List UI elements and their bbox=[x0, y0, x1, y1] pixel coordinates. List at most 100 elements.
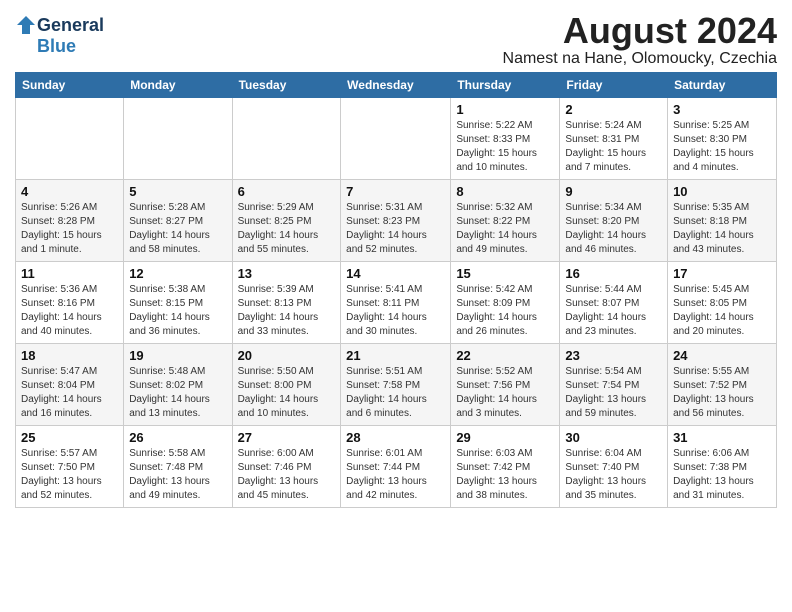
weekday-header: Friday bbox=[560, 73, 668, 98]
day-number: 8 bbox=[456, 184, 554, 199]
calendar-cell: 15 Sunrise: 5:42 AMSunset: 8:09 PMDayligh… bbox=[451, 262, 560, 344]
calendar-cell: 10 Sunrise: 5:35 AMSunset: 8:18 PMDayligh… bbox=[668, 180, 777, 262]
day-number: 7 bbox=[346, 184, 445, 199]
calendar-cell: 17 Sunrise: 5:45 AMSunset: 8:05 PMDayligh… bbox=[668, 262, 777, 344]
day-number: 16 bbox=[565, 266, 662, 281]
calendar-cell: 25 Sunrise: 5:57 AMSunset: 7:50 PMDayligh… bbox=[16, 426, 124, 508]
day-number: 2 bbox=[565, 102, 662, 117]
calendar-cell: 29 Sunrise: 6:03 AMSunset: 7:42 PMDayligh… bbox=[451, 426, 560, 508]
day-number: 17 bbox=[673, 266, 771, 281]
day-info: Sunrise: 5:41 AMSunset: 8:11 PMDaylight:… bbox=[346, 284, 427, 337]
day-info: Sunrise: 5:54 AMSunset: 7:54 PMDaylight:… bbox=[565, 366, 646, 419]
weekday-header: Wednesday bbox=[341, 73, 451, 98]
day-number: 12 bbox=[129, 266, 226, 281]
week-row: 1Sunrise: 5:22 AMSunset: 8:33 PMDaylight… bbox=[16, 98, 777, 180]
day-number: 15 bbox=[456, 266, 554, 281]
calendar-cell: 14 Sunrise: 5:41 AMSunset: 8:11 PMDayligh… bbox=[341, 262, 451, 344]
weekday-header-row: SundayMondayTuesdayWednesdayThursdayFrid… bbox=[16, 73, 777, 98]
day-info: Sunrise: 5:50 AMSunset: 8:00 PMDaylight:… bbox=[238, 366, 319, 419]
week-row: 25 Sunrise: 5:57 AMSunset: 7:50 PMDayligh… bbox=[16, 426, 777, 508]
day-number: 31 bbox=[673, 430, 771, 445]
day-info: Sunrise: 5:57 AMSunset: 7:50 PMDaylight:… bbox=[21, 448, 102, 501]
day-info: Sunrise: 6:00 AMSunset: 7:46 PMDaylight:… bbox=[238, 448, 319, 501]
weekday-header: Monday bbox=[124, 73, 232, 98]
day-number: 4 bbox=[21, 184, 118, 199]
day-info: Sunrise: 5:25 AMSunset: 8:30 PMDaylight:… bbox=[673, 120, 754, 173]
day-number: 11 bbox=[21, 266, 118, 281]
day-info: Sunrise: 5:42 AMSunset: 8:09 PMDaylight:… bbox=[456, 284, 537, 337]
month-year: August 2024 bbox=[503, 10, 777, 52]
day-number: 9 bbox=[565, 184, 662, 199]
day-number: 29 bbox=[456, 430, 554, 445]
day-number: 18 bbox=[21, 348, 118, 363]
day-number: 28 bbox=[346, 430, 445, 445]
day-info: Sunrise: 6:01 AMSunset: 7:44 PMDaylight:… bbox=[346, 448, 427, 501]
calendar-cell: 18 Sunrise: 5:47 AMSunset: 8:04 PMDayligh… bbox=[16, 344, 124, 426]
day-number: 14 bbox=[346, 266, 445, 281]
logo-general: General bbox=[37, 15, 104, 36]
day-number: 24 bbox=[673, 348, 771, 363]
day-number: 20 bbox=[238, 348, 336, 363]
week-row: 11Sunrise: 5:36 AMSunset: 8:16 PMDayligh… bbox=[16, 262, 777, 344]
day-info: Sunrise: 6:03 AMSunset: 7:42 PMDaylight:… bbox=[456, 448, 537, 501]
calendar-cell: 9Sunrise: 5:34 AMSunset: 8:20 PMDaylight… bbox=[560, 180, 668, 262]
day-number: 26 bbox=[129, 430, 226, 445]
day-info: Sunrise: 5:45 AMSunset: 8:05 PMDaylight:… bbox=[673, 284, 754, 337]
day-info: Sunrise: 5:32 AMSunset: 8:22 PMDaylight:… bbox=[456, 202, 537, 255]
day-info: Sunrise: 5:58 AMSunset: 7:48 PMDaylight:… bbox=[129, 448, 210, 501]
day-number: 13 bbox=[238, 266, 336, 281]
day-number: 3 bbox=[673, 102, 771, 117]
calendar-cell: 1Sunrise: 5:22 AMSunset: 8:33 PMDaylight… bbox=[451, 98, 560, 180]
day-number: 10 bbox=[673, 184, 771, 199]
day-info: Sunrise: 5:35 AMSunset: 8:18 PMDaylight:… bbox=[673, 202, 754, 255]
day-info: Sunrise: 5:26 AMSunset: 8:28 PMDaylight:… bbox=[21, 202, 102, 255]
location: Namest na Hane, Olomoucky, Czechia bbox=[503, 50, 777, 68]
day-number: 22 bbox=[456, 348, 554, 363]
page-container: General Blue August 2024 Namest na Hane,… bbox=[0, 0, 792, 513]
weekday-header: Saturday bbox=[668, 73, 777, 98]
day-info: Sunrise: 5:24 AMSunset: 8:31 PMDaylight:… bbox=[565, 120, 646, 173]
day-info: Sunrise: 5:28 AMSunset: 8:27 PMDaylight:… bbox=[129, 202, 210, 255]
logo-blue: Blue bbox=[37, 36, 76, 57]
weekday-header: Thursday bbox=[451, 73, 560, 98]
day-info: Sunrise: 5:38 AMSunset: 8:15 PMDaylight:… bbox=[129, 284, 210, 337]
calendar-cell: 23 Sunrise: 5:54 AMSunset: 7:54 PMDayligh… bbox=[560, 344, 668, 426]
calendar-cell: 5Sunrise: 5:28 AMSunset: 8:27 PMDaylight… bbox=[124, 180, 232, 262]
day-number: 23 bbox=[565, 348, 662, 363]
day-info: Sunrise: 6:06 AMSunset: 7:38 PMDaylight:… bbox=[673, 448, 754, 501]
calendar-cell: 11Sunrise: 5:36 AMSunset: 8:16 PMDayligh… bbox=[16, 262, 124, 344]
week-row: 4 Sunrise: 5:26 AMSunset: 8:28 PMDaylight… bbox=[16, 180, 777, 262]
calendar-cell: 6Sunrise: 5:29 AMSunset: 8:25 PMDaylight… bbox=[232, 180, 341, 262]
day-info: Sunrise: 5:31 AMSunset: 8:23 PMDaylight:… bbox=[346, 202, 427, 255]
calendar-cell: 24Sunrise: 5:55 AMSunset: 7:52 PMDayligh… bbox=[668, 344, 777, 426]
calendar-cell: 30Sunrise: 6:04 AMSunset: 7:40 PMDayligh… bbox=[560, 426, 668, 508]
calendar-cell: 12 Sunrise: 5:38 AMSunset: 8:15 PMDayligh… bbox=[124, 262, 232, 344]
day-info: Sunrise: 5:52 AMSunset: 7:56 PMDaylight:… bbox=[456, 366, 537, 419]
calendar-cell: 4 Sunrise: 5:26 AMSunset: 8:28 PMDaylight… bbox=[16, 180, 124, 262]
calendar-cell: 28 Sunrise: 6:01 AMSunset: 7:44 PMDayligh… bbox=[341, 426, 451, 508]
calendar-cell: 3 Sunrise: 5:25 AMSunset: 8:30 PMDaylight… bbox=[668, 98, 777, 180]
calendar-cell: 8 Sunrise: 5:32 AMSunset: 8:22 PMDaylight… bbox=[451, 180, 560, 262]
calendar-cell: 20 Sunrise: 5:50 AMSunset: 8:00 PMDayligh… bbox=[232, 344, 341, 426]
calendar-cell: 22 Sunrise: 5:52 AMSunset: 7:56 PMDayligh… bbox=[451, 344, 560, 426]
logo: General Blue bbox=[15, 14, 104, 57]
day-info: Sunrise: 5:47 AMSunset: 8:04 PMDaylight:… bbox=[21, 366, 102, 419]
calendar-cell: 26 Sunrise: 5:58 AMSunset: 7:48 PMDayligh… bbox=[124, 426, 232, 508]
calendar-cell bbox=[341, 98, 451, 180]
day-number: 30 bbox=[565, 430, 662, 445]
header: General Blue August 2024 Namest na Hane,… bbox=[15, 10, 777, 68]
day-number: 27 bbox=[238, 430, 336, 445]
calendar-cell bbox=[232, 98, 341, 180]
calendar-cell: 13 Sunrise: 5:39 AMSunset: 8:13 PMDayligh… bbox=[232, 262, 341, 344]
calendar-cell: 16 Sunrise: 5:44 AMSunset: 8:07 PMDayligh… bbox=[560, 262, 668, 344]
weekday-header: Sunday bbox=[16, 73, 124, 98]
day-number: 25 bbox=[21, 430, 118, 445]
title-block: August 2024 Namest na Hane, Olomoucky, C… bbox=[503, 10, 777, 68]
day-number: 1 bbox=[456, 102, 554, 117]
day-info: Sunrise: 5:39 AMSunset: 8:13 PMDaylight:… bbox=[238, 284, 319, 337]
calendar-cell bbox=[16, 98, 124, 180]
weekday-header: Tuesday bbox=[232, 73, 341, 98]
calendar-cell: 27 Sunrise: 6:00 AMSunset: 7:46 PMDayligh… bbox=[232, 426, 341, 508]
day-info: Sunrise: 5:44 AMSunset: 8:07 PMDaylight:… bbox=[565, 284, 646, 337]
logo-icon bbox=[15, 14, 37, 36]
